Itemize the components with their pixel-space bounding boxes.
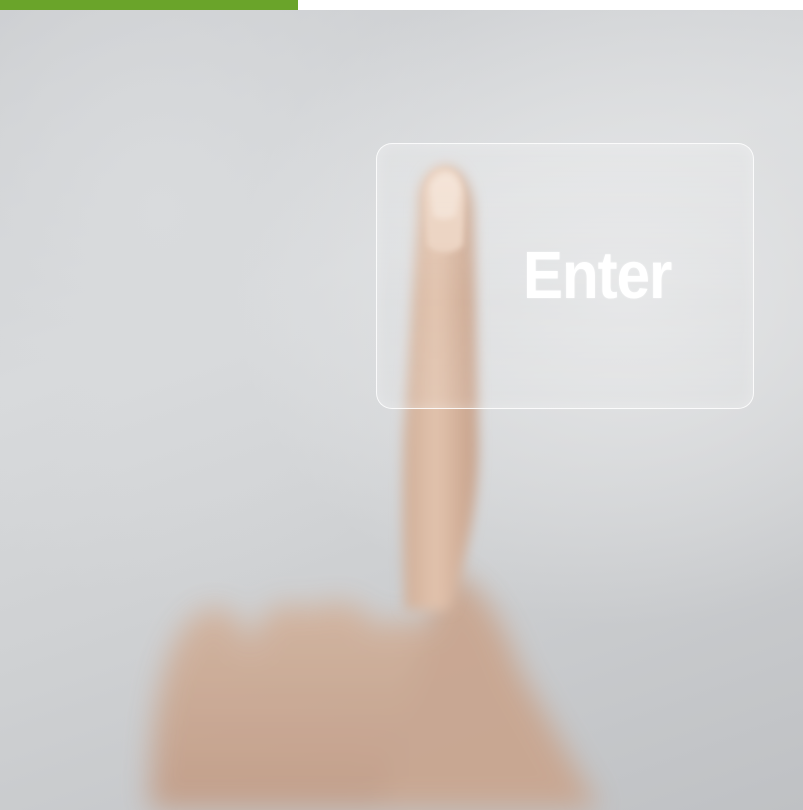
- enter-button[interactable]: Enter: [376, 143, 754, 409]
- page: Enter: [0, 0, 803, 810]
- enter-button-label: Enter: [523, 237, 672, 313]
- photo: Enter: [0, 10, 803, 810]
- accent-bar: [0, 0, 298, 10]
- pointing-hand-icon: [150, 165, 600, 810]
